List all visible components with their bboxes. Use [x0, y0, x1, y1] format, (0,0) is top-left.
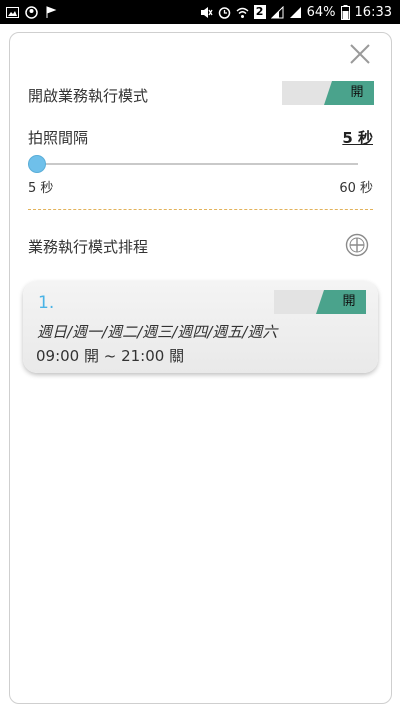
- signal-icon: [289, 6, 301, 18]
- schedule-index: 1.: [38, 293, 55, 313]
- signal-icon: [270, 5, 284, 18]
- settings-panel: 開啟業務執行模式 開 拍照間隔 5 秒 5 秒 60 秒 業務執行模式排程 1.…: [9, 32, 392, 704]
- schedule-label: 業務執行模式排程: [28, 238, 149, 256]
- status-left-icons: [6, 4, 57, 20]
- business-mode-label: 開啟業務執行模式: [28, 87, 149, 105]
- interval-slider-track[interactable]: [28, 163, 358, 165]
- close-icon[interactable]: [347, 41, 373, 67]
- battery-icon: [340, 4, 350, 20]
- schedule-toggle[interactable]: 開: [274, 290, 366, 314]
- flag-icon: [46, 5, 57, 18]
- interval-slider-thumb[interactable]: [28, 155, 46, 173]
- schedule-time: 09:00 開 ~ 21:00 關: [36, 347, 185, 365]
- toggle-label: 開: [342, 294, 356, 309]
- mute-icon: [200, 6, 213, 18]
- schedule-card[interactable]: 1. 開 週日/週一/週二/週三/週四/週五/週六 09:00 開 ~ 21:0…: [23, 281, 378, 373]
- add-schedule-icon[interactable]: [345, 233, 369, 257]
- slider-max-label: 60 秒: [339, 181, 373, 196]
- sim-badge: 2: [253, 5, 266, 19]
- status-time: 16:33: [354, 4, 392, 20]
- interval-value[interactable]: 5 秒: [342, 127, 373, 148]
- business-mode-toggle[interactable]: 開: [282, 81, 374, 105]
- circle-icon: [25, 5, 38, 19]
- status-bar: 2 64% 16:33: [0, 0, 400, 24]
- status-right-icons: 2 64% 16:33: [200, 3, 392, 21]
- battery-percent: 64%: [306, 4, 336, 20]
- image-icon: [6, 6, 19, 18]
- section-divider: [28, 209, 373, 210]
- alarm-icon: [218, 6, 230, 19]
- wifi-icon: [236, 7, 249, 18]
- interval-label: 拍照間隔: [28, 129, 89, 147]
- slider-min-label: 5 秒: [28, 181, 54, 196]
- toggle-label: 開: [350, 85, 364, 100]
- schedule-days: 週日/週一/週二/週三/週四/週五/週六: [37, 323, 278, 341]
